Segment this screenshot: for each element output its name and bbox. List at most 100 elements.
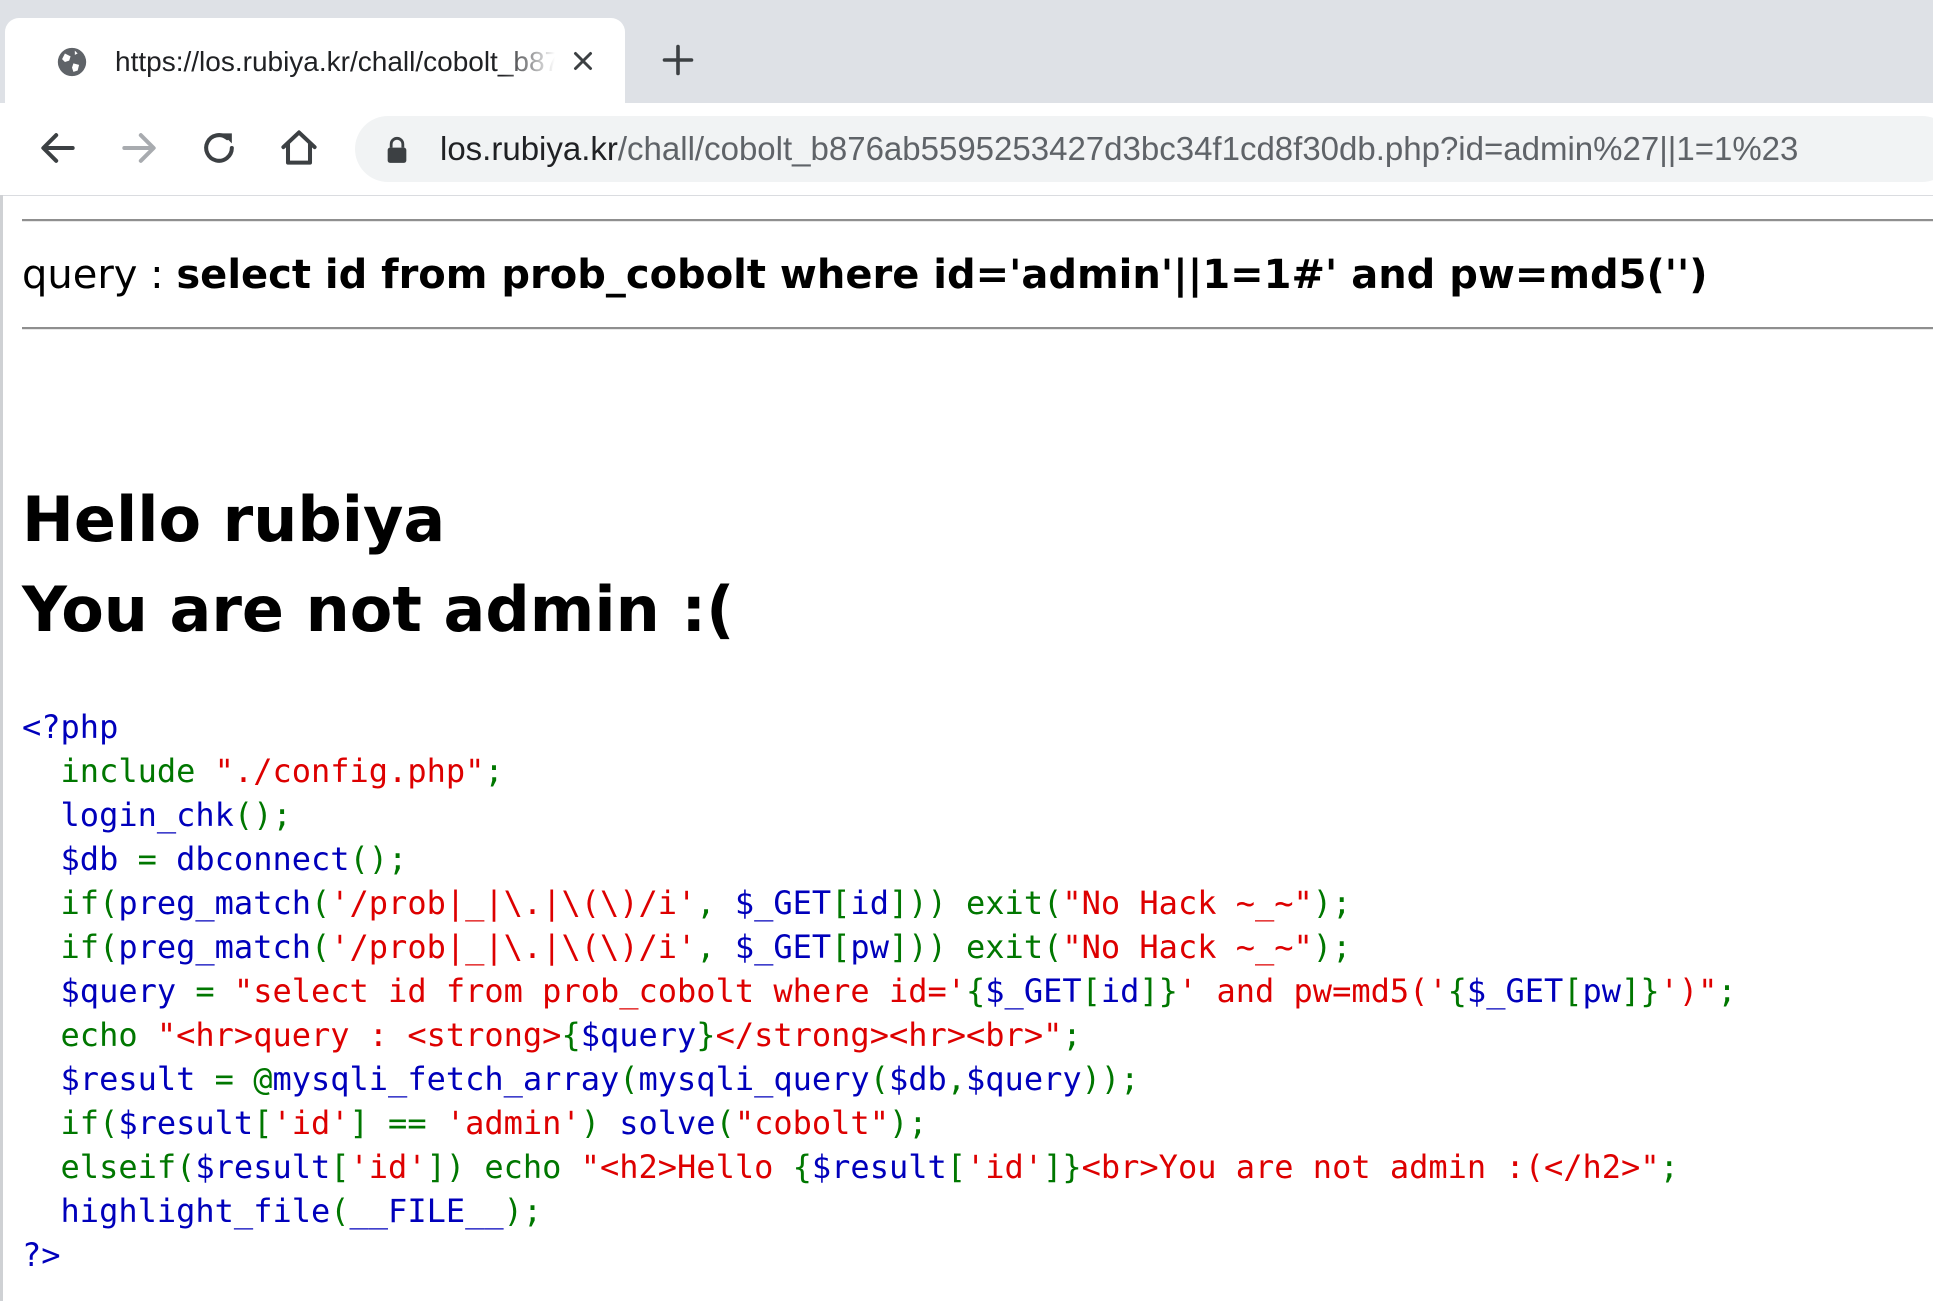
url-text[interactable]: los.rubiya.kr/chall/cobolt_b876ab5595253… bbox=[440, 116, 1798, 182]
code-token: "<h2>Hello bbox=[580, 1148, 793, 1186]
hello-heading: Hello rubiya You are not admin :( bbox=[22, 475, 734, 655]
code-token: $query bbox=[966, 1060, 1082, 1098]
code-token: ')" bbox=[1659, 972, 1718, 1010]
code-token: [ bbox=[330, 1148, 350, 1186]
code-token: "No Hack ~_~" bbox=[1062, 928, 1313, 966]
code-token: "select id from prob_cobolt where id=' bbox=[233, 972, 967, 1010]
browser-toolbar: los.rubiya.kr/chall/cobolt_b876ab5595253… bbox=[0, 103, 1933, 196]
code-token: ); bbox=[503, 1192, 543, 1230]
code-token: preg_match bbox=[118, 928, 311, 966]
code-token: ( bbox=[310, 928, 331, 966]
code-token: __FILE__ bbox=[349, 1192, 504, 1230]
code-token: highlight_file bbox=[60, 1192, 331, 1230]
code-token: 'id' bbox=[966, 1148, 1044, 1186]
code-token: <?php bbox=[22, 708, 119, 746]
code-token: ]} bbox=[1139, 972, 1178, 1010]
code-token: ( bbox=[330, 1192, 350, 1230]
code-token: pw bbox=[850, 928, 889, 966]
code-token: ( bbox=[310, 884, 331, 922]
code-token: if( bbox=[60, 1104, 119, 1142]
forward-arrow-icon[interactable] bbox=[117, 126, 161, 170]
code-token: '/prob|_|\.|\(\)/i' bbox=[330, 928, 697, 966]
code-token: ) bbox=[580, 1104, 620, 1142]
code-token: ); bbox=[1312, 928, 1352, 966]
address-bar[interactable]: los.rubiya.kr/chall/cobolt_b876ab5595253… bbox=[355, 116, 1933, 182]
code-token: (); bbox=[233, 796, 292, 834]
code-token: "<hr>query : <strong> bbox=[156, 1016, 562, 1054]
code-token: ; bbox=[1062, 1016, 1082, 1054]
code-token: "./config.php" bbox=[214, 752, 485, 790]
code-token: 'id' bbox=[349, 1148, 427, 1186]
code-token: $query bbox=[580, 1016, 697, 1054]
close-icon[interactable] bbox=[568, 46, 598, 76]
query-output: query : select id from prob_cobolt where… bbox=[22, 245, 1708, 305]
window-left-border bbox=[0, 195, 3, 1301]
code-token: { bbox=[561, 1016, 581, 1054]
code-token: '/prob|_|\.|\(\)/i' bbox=[330, 884, 697, 922]
code-line: include "./config.php"; bbox=[22, 749, 1737, 793]
code-line: $result = @mysqli_fetch_array(mysqli_que… bbox=[22, 1057, 1737, 1101]
code-token: ] == bbox=[349, 1104, 446, 1142]
code-token: )); bbox=[1081, 1060, 1140, 1098]
code-token: { bbox=[966, 972, 986, 1010]
code-token: [ bbox=[831, 884, 851, 922]
code-line: elseif($result['id']) echo "<h2>Hello {$… bbox=[22, 1145, 1737, 1189]
code-token: [ bbox=[1081, 972, 1101, 1010]
lock-icon[interactable] bbox=[385, 136, 409, 164]
code-token: ( bbox=[869, 1060, 889, 1098]
code-token: $result bbox=[195, 1148, 331, 1186]
code-token: [ bbox=[946, 1148, 967, 1186]
code-token: $db bbox=[888, 1060, 947, 1098]
code-token: solve bbox=[619, 1104, 716, 1142]
tab-title: https://los.rubiya.kr/chall/cobolt_b876a… bbox=[115, 46, 555, 77]
code-line: $db = dbconnect(); bbox=[22, 837, 1737, 881]
code-token: ])) exit( bbox=[888, 884, 1063, 922]
code-token: (); bbox=[349, 840, 408, 878]
code-token: ; bbox=[1659, 1148, 1679, 1186]
code-token: ); bbox=[888, 1104, 928, 1142]
code-token: id bbox=[850, 884, 889, 922]
code-line: if(preg_match('/prob|_|\.|\(\)/i', $_GET… bbox=[22, 925, 1737, 969]
php-source-code: <?php include "./config.php"; login_chk(… bbox=[22, 705, 1737, 1277]
code-token: 'admin' bbox=[445, 1104, 581, 1142]
code-token: $_GET bbox=[734, 884, 832, 922]
code-line: $query = "select id from prob_cobolt whe… bbox=[22, 969, 1737, 1013]
code-token: <br>You are not admin :(</h2>" bbox=[1081, 1148, 1660, 1186]
code-token: [ bbox=[1563, 972, 1583, 1010]
code-token: = @ bbox=[214, 1060, 273, 1098]
code-token: $_GET bbox=[734, 928, 832, 966]
reload-icon[interactable] bbox=[197, 126, 241, 170]
code-token: [ bbox=[831, 928, 851, 966]
code-line: highlight_file(__FILE__); bbox=[22, 1189, 1737, 1233]
code-line: login_chk(); bbox=[22, 793, 1737, 837]
code-token: "cobolt" bbox=[734, 1104, 889, 1142]
code-line: <?php bbox=[22, 705, 1737, 749]
code-line: if(preg_match('/prob|_|\.|\(\)/i', $_GET… bbox=[22, 881, 1737, 925]
code-token: pw bbox=[1582, 972, 1622, 1010]
code-token: ])) exit( bbox=[888, 928, 1063, 966]
code-token: = bbox=[195, 972, 234, 1010]
horizontal-rule bbox=[22, 327, 1933, 329]
code-token: $result bbox=[811, 1148, 947, 1186]
code-token: preg_match bbox=[118, 884, 311, 922]
home-icon[interactable] bbox=[277, 126, 321, 170]
url-path: /chall/cobolt_b876ab5595253427d3bc34f1cd… bbox=[617, 130, 1799, 167]
back-arrow-icon[interactable] bbox=[36, 126, 80, 170]
url-host: los.rubiya.kr bbox=[440, 130, 618, 167]
code-token: mysqli_fetch_array bbox=[272, 1060, 620, 1098]
code-token: ; bbox=[484, 752, 504, 790]
code-token: $query bbox=[60, 972, 196, 1010]
active-tab[interactable]: https://los.rubiya.kr/chall/cobolt_b876a… bbox=[5, 18, 625, 103]
plus-icon[interactable] bbox=[660, 42, 696, 78]
code-token: , bbox=[946, 1060, 967, 1098]
